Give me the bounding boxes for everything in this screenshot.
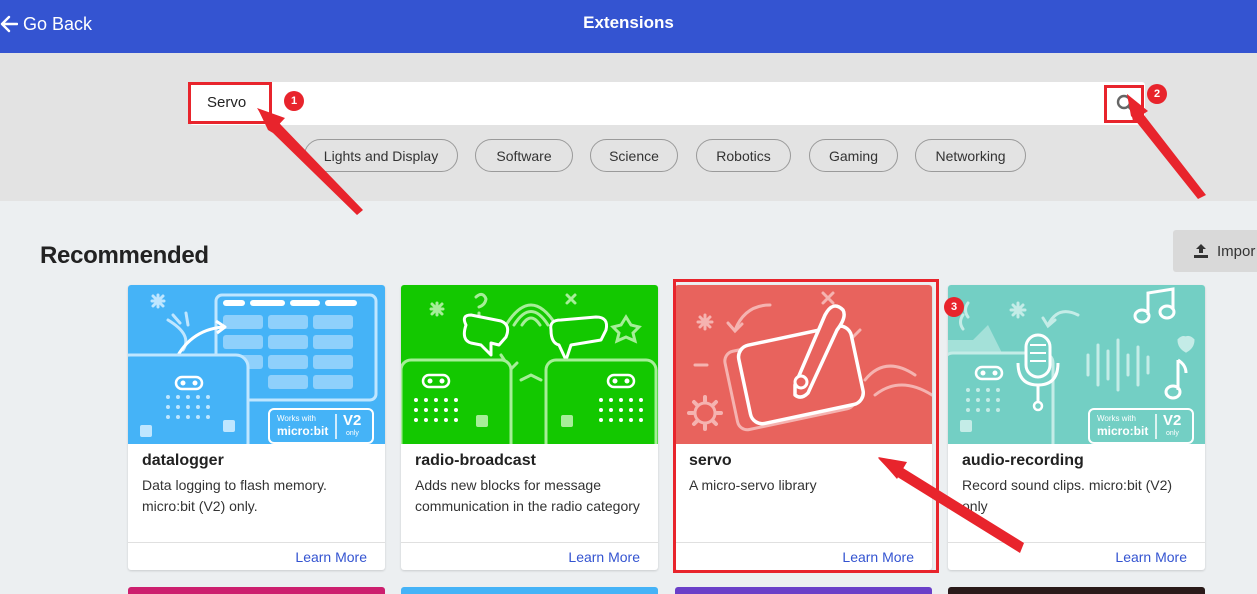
extension-card-peek[interactable] <box>675 587 932 594</box>
category-chip-science[interactable]: Science <box>590 139 678 172</box>
badge-microbit-text: micro:bit <box>277 424 329 438</box>
card-title: servo <box>689 452 732 469</box>
badge-works-with-text: Works with <box>277 414 316 423</box>
card-description: Adds new blocks for message communicatio… <box>415 477 640 514</box>
servo-illustration <box>675 285 932 444</box>
card-description: A micro-servo library <box>689 477 817 493</box>
card-description: Record sound clips. micro:bit (V2) only <box>962 477 1173 514</box>
extension-card-servo[interactable]: servo A micro-servo library Learn More <box>675 285 932 570</box>
card-description: Data logging to flash memory. micro:bit … <box>142 477 327 514</box>
badge-only-text: only <box>346 430 359 437</box>
card-divider <box>401 542 658 543</box>
audio-recording-illustration: Works with micro:bit V2 only <box>948 285 1205 444</box>
card-divider <box>675 542 932 543</box>
card-title: radio-broadcast <box>415 452 536 469</box>
badge-works-with-text: Works with <box>1097 414 1136 423</box>
learn-more-link[interactable]: Learn More <box>842 549 914 565</box>
upload-icon <box>1194 244 1208 258</box>
search-panel: Servo Lights and Display Software Scienc… <box>0 53 1257 201</box>
category-chip-gaming[interactable]: Gaming <box>809 139 898 172</box>
annotation-badge-3: 3 <box>944 297 964 317</box>
section-title: Recommended <box>40 242 209 269</box>
badge-v2-text: V2 <box>343 412 362 429</box>
extension-card-audio-recording[interactable]: Works with micro:bit V2 only audio-recor… <box>948 285 1205 570</box>
category-chip-robotics[interactable]: Robotics <box>696 139 791 172</box>
import-label: Impor <box>1217 242 1256 260</box>
extension-card-peek[interactable] <box>401 587 658 594</box>
search-icon[interactable] <box>1115 93 1137 115</box>
extension-card-radio-broadcast[interactable]: radio-broadcast Adds new blocks for mess… <box>401 285 658 570</box>
page-title: Extensions <box>583 13 674 32</box>
extension-card-peek[interactable] <box>128 587 385 594</box>
extension-card-peek[interactable] <box>948 587 1205 594</box>
annotation-badge-1: 1 <box>284 91 304 111</box>
card-title: audio-recording <box>962 452 1084 469</box>
card-divider <box>128 542 385 543</box>
extension-card-datalogger[interactable]: Works with micro:bit V2 only datalogger … <box>128 285 385 570</box>
learn-more-link[interactable]: Learn More <box>295 549 367 565</box>
works-with-microbit-badge: Works with micro:bit V2 only <box>269 409 373 443</box>
radio-broadcast-illustration <box>401 285 658 444</box>
import-button[interactable]: Impor <box>1173 230 1257 272</box>
learn-more-link[interactable]: Learn More <box>1115 549 1187 565</box>
search-input[interactable]: Servo <box>190 82 1145 125</box>
annotation-badge-2: 2 <box>1147 84 1167 104</box>
badge-v2-text: V2 <box>1163 412 1182 429</box>
category-chip-networking[interactable]: Networking <box>915 139 1026 172</box>
category-chip-software[interactable]: Software <box>475 139 573 172</box>
badge-microbit-text: micro:bit <box>1097 424 1149 438</box>
top-bar: Go Back Extensions <box>0 0 1257 53</box>
search-input-value: Servo <box>207 94 247 111</box>
category-chip-lights-and-display[interactable]: Lights and Display <box>304 139 458 172</box>
learn-more-link[interactable]: Learn More <box>568 549 640 565</box>
card-divider <box>948 542 1205 543</box>
category-chips: Lights and Display Software Science Robo… <box>0 139 1257 173</box>
card-title: datalogger <box>142 452 224 469</box>
works-with-microbit-badge: Works with micro:bit V2 only <box>1089 409 1193 443</box>
datalogger-illustration: Works with micro:bit V2 only <box>128 285 385 444</box>
badge-only-text: only <box>1166 430 1179 437</box>
